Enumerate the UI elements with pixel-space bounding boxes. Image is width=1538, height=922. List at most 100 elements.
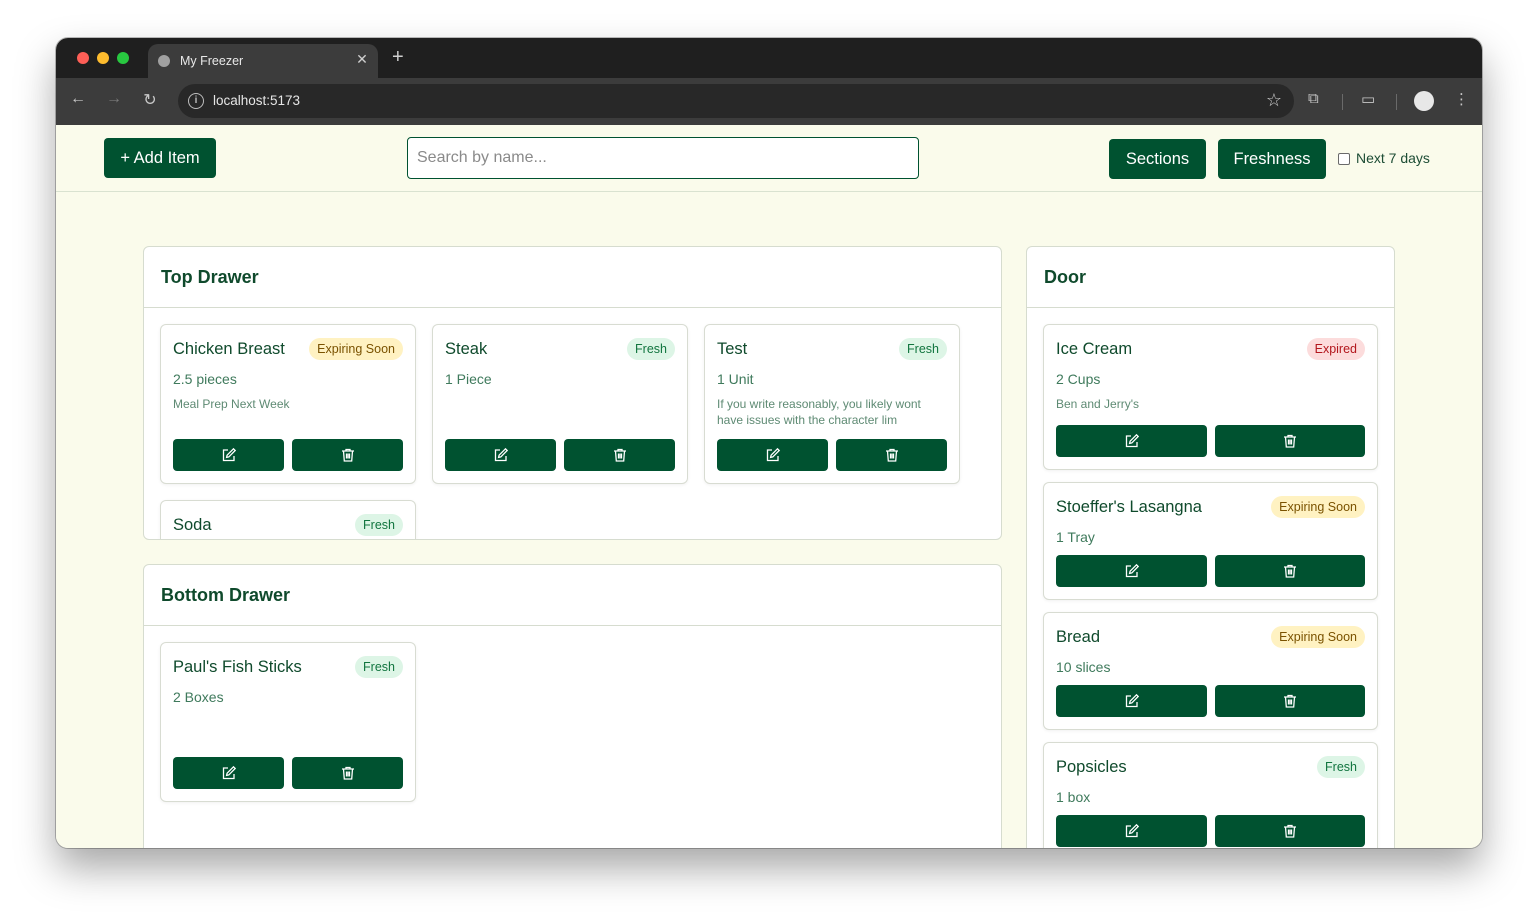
sections-button[interactable]: Sections: [1109, 139, 1206, 179]
edit-button[interactable]: [1056, 555, 1207, 587]
edit-icon: [494, 447, 508, 462]
browser-window: My Freezer ✕ + ← → ↻ i localhost:5173 ☆ …: [56, 38, 1482, 848]
item-quantity: 1 Piece: [445, 371, 492, 387]
item-quantity: 1 box: [1056, 789, 1091, 805]
delete-button[interactable]: [1215, 815, 1365, 847]
item-name: Soda: [173, 516, 212, 534]
toolbar-divider: [1396, 94, 1397, 110]
maximize-window-button[interactable]: [117, 52, 129, 64]
item-card: Bread Expiring Soon 10 slices: [1043, 612, 1378, 730]
status-badge: Expiring Soon: [1271, 496, 1365, 518]
item-quantity: 10 slices: [1056, 659, 1111, 675]
status-badge: Expired: [1306, 338, 1365, 360]
item-quantity: 1 Tray: [1056, 529, 1095, 545]
delete-button[interactable]: [1215, 555, 1365, 587]
item-quantity: 1 Unit: [717, 371, 754, 387]
reload-icon[interactable]: ↻: [140, 90, 160, 110]
globe-icon: [158, 55, 170, 67]
section-title: Door: [1044, 267, 1086, 287]
forward-icon[interactable]: →: [104, 90, 124, 108]
next-7-days-label: Next 7 days: [1356, 150, 1430, 166]
item-card: Popsicles Fresh 1 box: [1043, 742, 1378, 848]
edit-icon: [766, 447, 780, 462]
next-7-days-checkbox[interactable]: [1338, 153, 1350, 165]
status-badge: Expiring Soon: [1271, 626, 1365, 648]
section-header: Top Drawer: [144, 247, 1001, 308]
edit-button[interactable]: [173, 439, 284, 471]
minimize-window-button[interactable]: [97, 52, 109, 64]
item-card: Soda Fresh: [160, 500, 416, 539]
edit-button[interactable]: [717, 439, 828, 471]
edit-button[interactable]: [173, 757, 284, 789]
add-item-button[interactable]: + Add Item: [104, 138, 216, 178]
status-badge: Fresh: [627, 338, 675, 360]
item-note: Meal Prep Next Week: [173, 397, 290, 411]
section-header: Bottom Drawer: [144, 565, 1001, 626]
next-7-days-filter[interactable]: Next 7 days: [1338, 150, 1430, 166]
trash-icon: [885, 448, 898, 462]
section-top-drawer: Top Drawer Chicken Breast Expiring Soon …: [143, 246, 1002, 540]
site-info-icon[interactable]: i: [188, 93, 204, 109]
item-name: Chicken Breast: [173, 340, 285, 358]
tab-strip: My Freezer ✕ +: [56, 38, 1482, 78]
item-card: Steak Fresh 1 Piece: [432, 324, 688, 484]
section-title: Top Drawer: [161, 267, 259, 287]
trash-icon: [1284, 434, 1296, 448]
item-card: Paul's Fish Sticks Fresh 2 Boxes: [160, 642, 416, 802]
trash-icon: [613, 448, 626, 462]
delete-button[interactable]: [1215, 685, 1365, 717]
delete-button[interactable]: [1215, 425, 1365, 457]
section-bottom-drawer: Bottom Drawer Paul's Fish Sticks Fresh 2…: [143, 564, 1002, 848]
item-note: If you write reasonably, you likely wont…: [717, 397, 921, 427]
trash-icon: [341, 448, 354, 462]
close-window-button[interactable]: [77, 52, 89, 64]
status-badge: Fresh: [899, 338, 947, 360]
edit-button[interactable]: [445, 439, 556, 471]
item-note: Ben and Jerry's: [1056, 397, 1139, 411]
profile-avatar[interactable]: [1414, 91, 1434, 111]
browser-toolbar: ← → ↻ i localhost:5173 ☆ ⧉ ▭ ⋮: [56, 78, 1482, 125]
delete-button[interactable]: [292, 757, 403, 789]
item-grid: Paul's Fish Sticks Fresh 2 Boxes: [160, 642, 985, 848]
section-title: Bottom Drawer: [161, 585, 291, 605]
trash-icon: [1284, 694, 1296, 708]
delete-button[interactable]: [564, 439, 675, 471]
delete-button[interactable]: [836, 439, 947, 471]
cast-icon[interactable]: ▭: [1361, 90, 1375, 108]
search-input[interactable]: [407, 137, 919, 179]
item-list: Ice Cream Expired 2 Cups Ben and Jerry's…: [1043, 324, 1378, 848]
toolbar-divider: [1342, 94, 1343, 110]
edit-icon: [1125, 563, 1139, 578]
url-text: localhost:5173: [213, 93, 301, 108]
back-icon[interactable]: ←: [68, 90, 88, 108]
freshness-button[interactable]: Freshness: [1218, 139, 1326, 179]
item-card: Test Fresh 1 Unit If you write reasonabl…: [704, 324, 960, 484]
app-header: + Add Item Sections Freshness Next 7 day…: [56, 125, 1482, 192]
item-name: Bread: [1056, 628, 1101, 646]
item-quantity: 2.5 pieces: [173, 371, 237, 387]
item-name: Ice Cream: [1056, 340, 1133, 358]
bookmark-star-icon[interactable]: ☆: [1266, 90, 1282, 111]
item-name: Popsicles: [1056, 758, 1127, 776]
trash-icon: [1284, 824, 1296, 838]
trash-icon: [341, 766, 354, 780]
item-name: Paul's Fish Sticks: [173, 658, 302, 676]
browser-tab[interactable]: My Freezer ✕: [148, 44, 378, 78]
address-bar[interactable]: i localhost:5173 ☆: [178, 84, 1294, 118]
extensions-icon[interactable]: ⧉: [1308, 90, 1319, 107]
tab-title: My Freezer: [180, 54, 244, 68]
item-quantity: 2 Boxes: [173, 689, 224, 705]
edit-icon: [1125, 693, 1139, 708]
close-tab-icon[interactable]: ✕: [354, 51, 370, 68]
edit-button[interactable]: [1056, 685, 1207, 717]
edit-button[interactable]: [1056, 425, 1207, 457]
edit-icon: [222, 447, 236, 462]
edit-button[interactable]: [1056, 815, 1207, 847]
item-card: Ice Cream Expired 2 Cups Ben and Jerry's: [1043, 324, 1378, 470]
edit-icon: [1125, 433, 1139, 448]
menu-icon[interactable]: ⋮: [1454, 90, 1469, 108]
item-card: Chicken Breast Expiring Soon 2.5 pieces …: [160, 324, 416, 484]
new-tab-icon[interactable]: +: [392, 46, 404, 69]
item-name: Stoeffer's Lasangna: [1056, 498, 1202, 516]
delete-button[interactable]: [292, 439, 403, 471]
